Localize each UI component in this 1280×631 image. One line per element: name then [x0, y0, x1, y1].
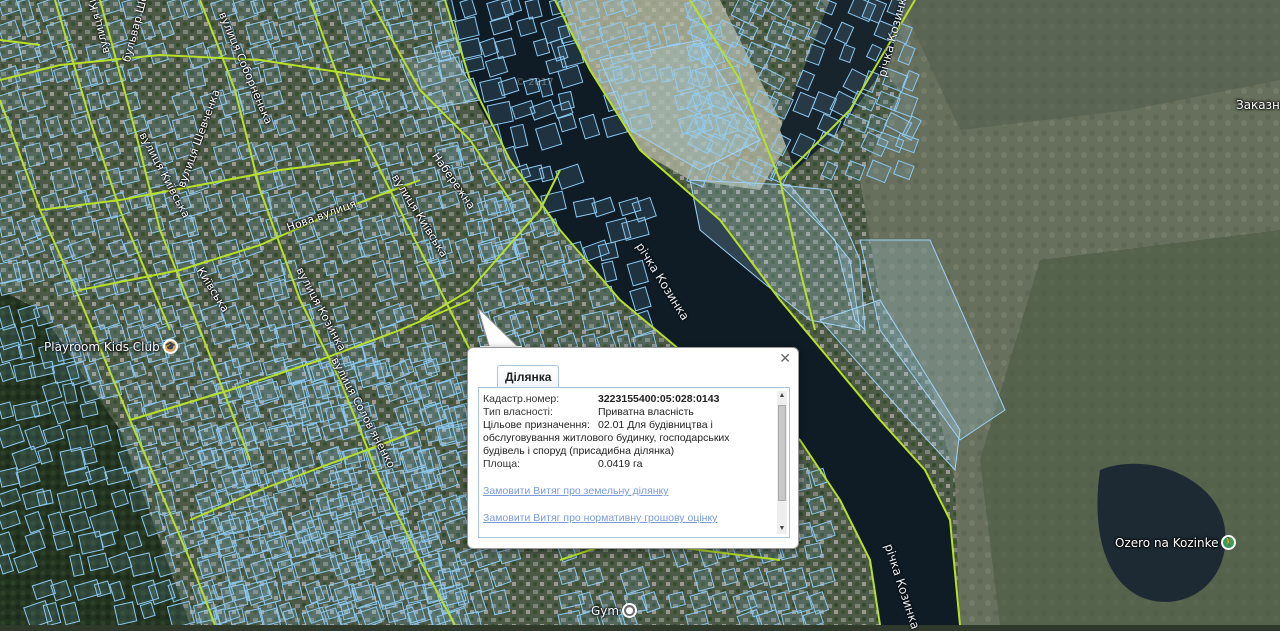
parcel[interactable]: [99, 531, 116, 548]
popup-body: Кадастр.номер: 3223155400:05:028:0143 Ти…: [478, 387, 790, 538]
parcel[interactable]: [198, 404, 216, 421]
map-watermark: © 2017: [515, 77, 554, 88]
poi-ozero-na-kozinke[interactable]: Ozero na Kozinke 🚶: [1115, 535, 1237, 550]
parcel[interactable]: [412, 20, 433, 38]
parcel[interactable]: [454, 16, 480, 41]
parcel[interactable]: [79, 401, 99, 419]
poi-gym[interactable]: Gym ●: [591, 603, 638, 618]
parcel[interactable]: [796, 521, 814, 540]
poi-label: Ozero na Kozinke: [1115, 535, 1219, 550]
field-ownership-type: Тип власності: Приватна власність: [483, 406, 773, 419]
parcel[interactable]: [113, 601, 138, 625]
parcel[interactable]: [323, 260, 339, 277]
order-extract-valuation-link[interactable]: Замовити Витяг про нормативну грошову оц…: [483, 512, 773, 525]
parcel[interactable]: [267, 191, 295, 219]
scroll-down-icon[interactable]: ▼: [777, 524, 787, 534]
tab-parcel[interactable]: Ділянка: [497, 365, 560, 388]
poi-label: Gym: [591, 603, 620, 618]
parcel-details: Кадастр.номер: 3223155400:05:028:0143 Ти…: [483, 393, 773, 525]
parcel[interactable]: [437, 259, 455, 277]
parcel[interactable]: [126, 324, 144, 341]
parcel[interactable]: [128, 552, 154, 577]
poi-label: Заказни: [1236, 98, 1280, 112]
parcel[interactable]: [804, 542, 824, 560]
parcel[interactable]: [76, 142, 94, 160]
parcel[interactable]: [348, 469, 372, 490]
poi-playroom-kids-club[interactable]: Playroom Kids Club 🎓: [44, 339, 178, 354]
parcel[interactable]: [56, 488, 82, 514]
popup-scrollbar[interactable]: ▲ ▼: [777, 391, 787, 534]
parcel[interactable]: [95, 215, 122, 241]
field-value: Приватна власність: [598, 406, 694, 418]
field-label: Цільове призначення:: [483, 419, 590, 431]
parcel[interactable]: [228, 607, 246, 625]
parcel[interactable]: [557, 41, 585, 69]
gym-icon: ●: [622, 603, 638, 618]
poi-zakaznyk[interactable]: Заказни: [1236, 98, 1280, 112]
parcel[interactable]: [220, 583, 249, 610]
parcel[interactable]: [667, 591, 686, 609]
parcel[interactable]: [493, 37, 517, 60]
field-cadastral-number: Кадастр.номер: 3223155400:05:028:0143: [483, 393, 773, 406]
parcel[interactable]: [281, 580, 303, 601]
close-icon[interactable]: ✕: [779, 352, 791, 366]
parcel[interactable]: [351, 583, 378, 610]
parcel[interactable]: [309, 495, 332, 518]
parcel[interactable]: [274, 323, 297, 347]
hiking-icon: 🚶: [1221, 535, 1237, 550]
scroll-thumb[interactable]: [778, 405, 786, 501]
parcel[interactable]: [18, 115, 42, 140]
field-value: 0.0419 га: [598, 458, 643, 470]
parcel[interactable]: [212, 608, 228, 625]
field-label: Кадастр.номер:: [483, 393, 560, 405]
parcel[interactable]: [193, 467, 208, 485]
field-area: Площа: 0.0419 га: [483, 458, 773, 471]
parcel[interactable]: [437, 123, 457, 142]
field-purpose: Цільове призначення: 02.01 Для будівництв…: [483, 419, 773, 458]
parcel[interactable]: [159, 278, 184, 300]
order-extract-land-link[interactable]: Замовити Витяг про земельну ділянку: [483, 485, 773, 498]
parcel[interactable]: [81, 447, 98, 466]
parcel[interactable]: [318, 279, 336, 298]
parcel[interactable]: [0, 467, 21, 488]
parcel[interactable]: [128, 489, 151, 513]
parcel[interactable]: [575, 0, 601, 23]
parcel[interactable]: [271, 142, 292, 163]
parcel[interactable]: [262, 66, 283, 86]
parcel[interactable]: [597, 241, 619, 262]
field-label: Площа:: [483, 458, 521, 470]
parcel[interactable]: [36, 489, 54, 507]
parcel[interactable]: [185, 66, 207, 90]
parcel-info-popup: ✕ Ділянка Кадастр.номер: 3223155400:05:0…: [467, 347, 799, 549]
field-value: 3223155400:05:028:0143: [598, 393, 720, 405]
poi-label: Playroom Kids Club: [44, 339, 160, 354]
parcel[interactable]: [423, 357, 441, 376]
parcel[interactable]: [77, 530, 104, 555]
school-icon: 🎓: [162, 339, 178, 354]
parcel[interactable]: [374, 496, 391, 514]
parcel[interactable]: [17, 342, 36, 360]
parcel[interactable]: [157, 425, 178, 446]
parcel[interactable]: [293, 447, 315, 470]
parcel[interactable]: [385, 469, 408, 490]
parcel[interactable]: [530, 286, 550, 306]
parcel[interactable]: [50, 167, 75, 192]
field-label: Тип власності:: [483, 406, 553, 418]
scroll-up-icon[interactable]: ▲: [777, 391, 787, 401]
